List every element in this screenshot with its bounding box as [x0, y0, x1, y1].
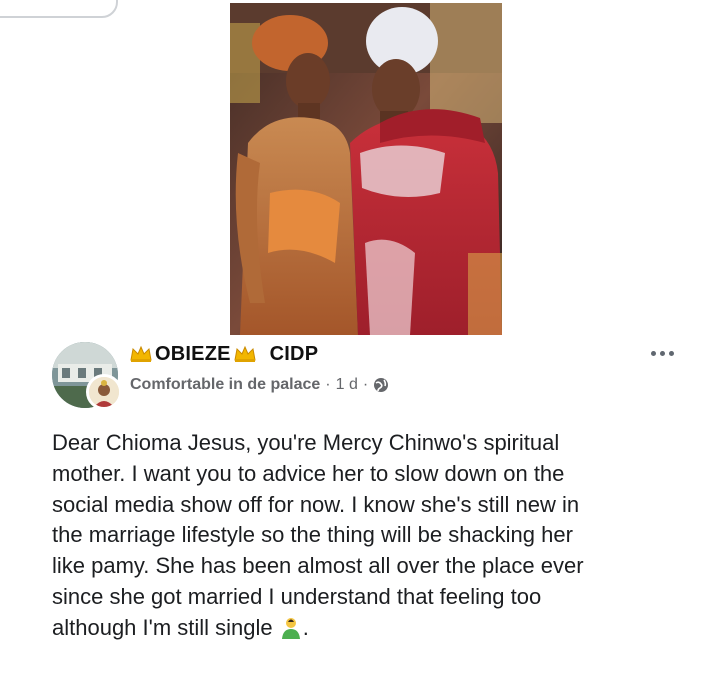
- page-name-link[interactable]: Comfortable in de palace: [130, 376, 320, 394]
- crown-emoji-icon: [130, 345, 152, 363]
- more-options-icon[interactable]: [644, 342, 680, 364]
- post-header: OBIEZE CIDP Comfortable in de palace · 1…: [52, 340, 682, 410]
- globe-icon: [373, 377, 389, 393]
- top-button-partial[interactable]: [0, 0, 118, 18]
- post-body: Dear Chioma Jesus, you're Mercy Chinwo's…: [52, 430, 584, 640]
- author-name[interactable]: OBIEZE CIDP: [130, 341, 318, 367]
- post-timestamp[interactable]: 1 d: [336, 376, 358, 394]
- post-text: Dear Chioma Jesus, you're Mercy Chinwo's…: [52, 428, 692, 644]
- crown-emoji-icon: [234, 345, 256, 363]
- photo-two-women-illustration: [230, 3, 502, 335]
- meta-separator: ·: [325, 376, 331, 393]
- post-photo[interactable]: [230, 3, 502, 335]
- badge-image: [89, 377, 119, 407]
- author-name-part1[interactable]: OBIEZE: [155, 343, 231, 366]
- post-body-end: .: [302, 614, 309, 640]
- person-emoji-icon: [279, 615, 303, 639]
- meta-separator: ·: [362, 376, 369, 393]
- author-name-part2[interactable]: CIDP: [270, 343, 319, 366]
- post-meta: Comfortable in de palace · 1 d ·: [130, 374, 389, 396]
- page-avatar-badge[interactable]: [86, 374, 122, 410]
